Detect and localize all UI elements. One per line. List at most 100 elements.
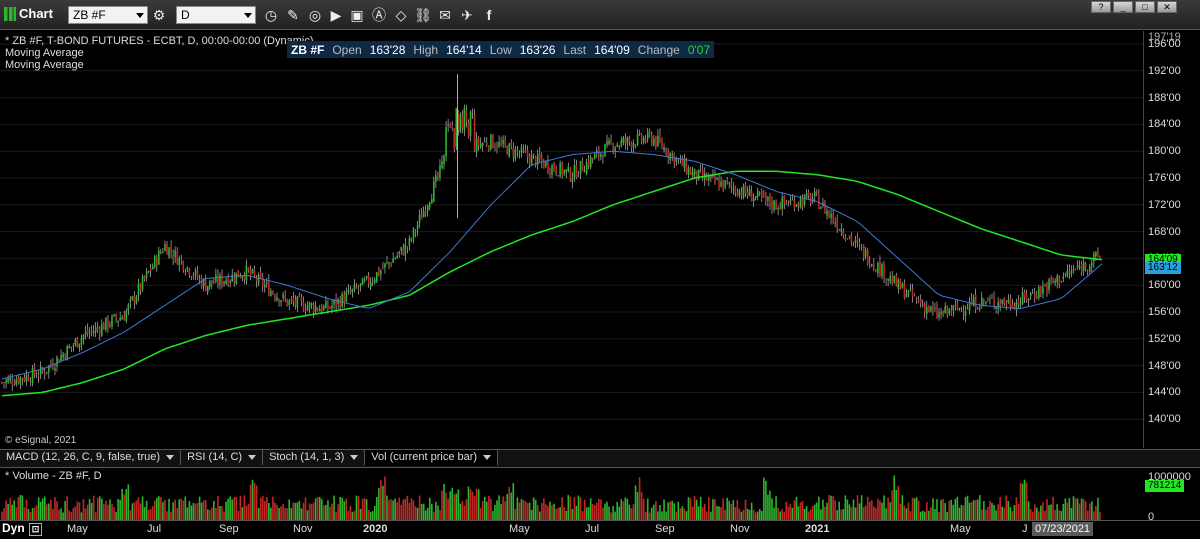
volume-bar: [991, 502, 993, 520]
candle-body: [526, 150, 529, 158]
candle-body: [1001, 300, 1003, 304]
minimize-icon[interactable]: _: [1113, 1, 1133, 13]
candle-body: [693, 168, 696, 175]
volume-bar: [689, 498, 692, 520]
chevron-down-icon[interactable]: [248, 454, 257, 460]
volume-bar: [494, 504, 496, 520]
chevron-down-icon[interactable]: [136, 13, 144, 18]
time-axis-mode[interactable]: Dyn ⊡: [0, 520, 42, 538]
volume-bar: [215, 507, 217, 520]
candle-body: [29, 381, 32, 383]
price-chart[interactable]: [0, 31, 1144, 448]
clock-icon[interactable]: ◷: [262, 6, 280, 24]
comment-icon[interactable]: ✉: [436, 6, 454, 24]
candle-body: [103, 323, 105, 330]
restore-icon[interactable]: □: [1135, 1, 1155, 13]
tsla-icon[interactable]: ▣: [348, 6, 366, 24]
tab-label: Stoch (14, 1, 3): [269, 451, 345, 463]
volume-bar: [665, 511, 667, 520]
volume-bar: [524, 501, 527, 520]
volume-bar: [789, 504, 792, 520]
chart-style-icon[interactable]: ◎: [306, 6, 324, 24]
volume-bar: [899, 503, 902, 520]
facebook-icon[interactable]: f: [480, 6, 498, 24]
volume-bar: [883, 495, 885, 520]
time-settings-icon[interactable]: ⊡: [29, 523, 42, 536]
volume-bar: [251, 479, 254, 520]
candle-body: [1056, 275, 1058, 283]
volume-bar: [19, 495, 22, 520]
candle-body: [469, 111, 472, 137]
volume-bar: [1021, 483, 1024, 520]
volume-bar: [27, 509, 30, 520]
tab-stoch[interactable]: Stoch (14, 1, 3): [263, 450, 366, 465]
symbol-input[interactable]: ZB #F: [68, 6, 148, 24]
volume-bar: [679, 508, 682, 520]
tab-rsi[interactable]: RSI (14, C): [181, 450, 264, 465]
volume-chart[interactable]: [0, 467, 1143, 520]
time-axis[interactable]: [0, 520, 1200, 539]
chevron-down-icon[interactable]: [166, 454, 175, 460]
volume-bar: [302, 502, 305, 520]
candle-body: [19, 377, 22, 385]
candle-body: [125, 310, 128, 322]
candle-body: [589, 156, 592, 168]
volume-bar: [341, 497, 343, 520]
volume-bar: [901, 495, 904, 520]
volume-bar: [60, 508, 62, 520]
volume-bar: [897, 485, 900, 520]
chevron-down-icon[interactable]: [350, 454, 359, 460]
candle-body: [744, 184, 747, 194]
volume-bar: [928, 510, 930, 520]
candle-body: [211, 280, 213, 284]
twitter-icon[interactable]: ✈: [458, 6, 476, 24]
candle-body: [367, 275, 370, 285]
candle-body: [520, 147, 523, 153]
symbol-value: ZB #F: [73, 8, 106, 22]
candle-body: [553, 163, 555, 171]
chart-legend: * ZB #F, T-BOND FUTURES - ECBT, D, 00:00…: [5, 35, 313, 71]
candle-body: [689, 168, 692, 175]
volume-bar: [345, 498, 348, 520]
candle-body: [1097, 250, 1099, 257]
volume-bar: [321, 499, 323, 520]
bookmark-tag-icon[interactable]: ◇: [392, 6, 410, 24]
volume-bar: [671, 500, 673, 520]
interval-select[interactable]: D: [176, 6, 256, 24]
volume-bar: [966, 495, 969, 520]
chevron-down-icon[interactable]: [483, 454, 492, 460]
volume-bar: [217, 495, 219, 520]
draw-pencil-icon[interactable]: ✎: [284, 6, 302, 24]
volume-bar: [887, 497, 889, 520]
tab-volume[interactable]: Vol (current price bar): [365, 450, 499, 466]
candle-body: [445, 126, 447, 157]
chevron-down-icon[interactable]: [244, 13, 252, 18]
candle-body: [424, 210, 427, 213]
candle-body: [1086, 269, 1089, 271]
volume-bar: [479, 507, 482, 520]
tab-macd[interactable]: MACD (12, 26, C, 9, false, true): [0, 450, 182, 465]
volume-bar: [712, 499, 714, 520]
candle-body: [288, 300, 291, 305]
volume-bar: [422, 503, 425, 520]
candle-body: [174, 250, 176, 257]
link-settings-icon[interactable]: ⚙: [150, 6, 168, 24]
link-icon[interactable]: ⛓: [414, 6, 432, 24]
candle-body: [938, 313, 940, 318]
alert-icon[interactable]: Ⓐ: [370, 6, 388, 24]
volume-bar: [255, 485, 258, 520]
candle-body: [923, 303, 926, 313]
volume-bar: [952, 504, 955, 520]
candle-body: [653, 138, 655, 145]
candle-body: [1095, 251, 1097, 256]
close-icon[interactable]: ✕: [1157, 1, 1177, 13]
volume-bar: [730, 503, 733, 520]
volume-bar: [801, 501, 804, 520]
volume-bar: [811, 506, 814, 520]
volume-bar: [192, 502, 195, 520]
volume-bar: [555, 509, 557, 520]
help-icon[interactable]: ?: [1091, 1, 1111, 13]
candle-body: [813, 191, 816, 197]
candle-body: [162, 251, 164, 253]
play-icon[interactable]: ▶: [327, 6, 345, 24]
